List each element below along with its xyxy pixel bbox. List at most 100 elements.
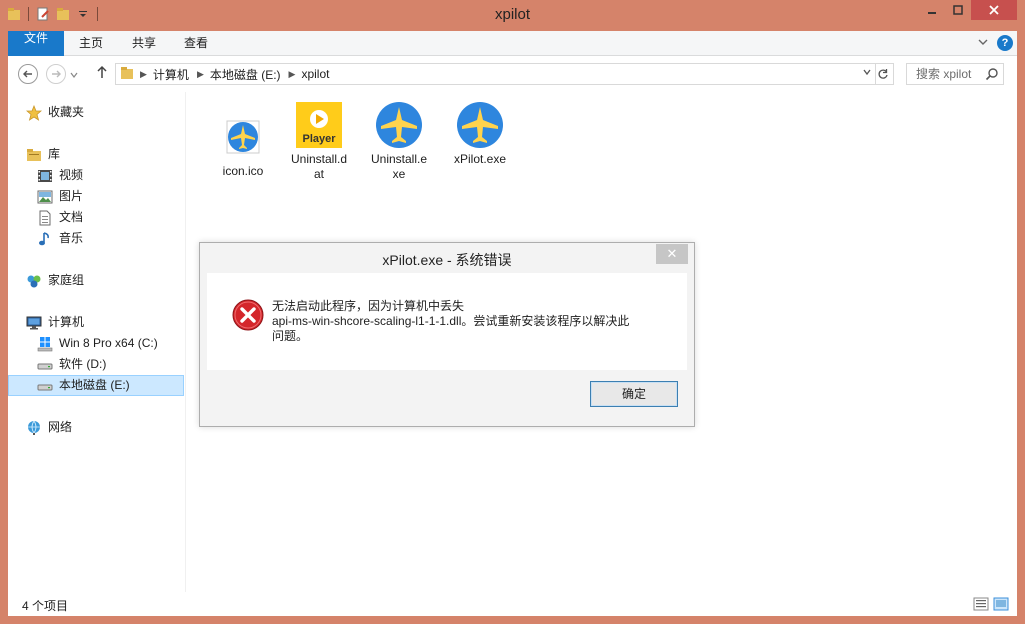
nav-label: 收藏夹 [48,105,85,119]
nav-label: Win 8 Pro x64 (C:) [59,336,158,350]
drive-icon [37,378,53,394]
expand-ribbon-icon[interactable] [977,36,989,51]
maximize-icon [953,5,963,15]
nav-label: 音乐 [59,231,84,245]
close-icon [989,5,999,15]
status-bar: 4 个项目 [8,592,1017,616]
nav-videos[interactable]: 视频 [37,165,83,186]
nav-drive-e[interactable]: 本地磁盘 (E:) [8,375,184,396]
nav-pictures[interactable]: 图片 [37,186,83,207]
player-icon: Player [295,100,343,150]
window-title: xpilot [494,6,531,23]
file-item[interactable]: Player Uninstall.d at [284,100,354,182]
airplane-icon [456,100,504,150]
up-arrow-icon [97,65,107,78]
back-button[interactable] [18,64,38,84]
dialog-title: xPilot.exe - 系统错误 [382,252,512,268]
airplane-icon [375,100,423,150]
nav-drive-c[interactable]: Win 8 Pro x64 (C:) [37,333,158,354]
windows-drive-icon [37,336,53,352]
nav-music[interactable]: 音乐 [37,228,83,249]
file-name: Uninstall.e xe [370,152,428,181]
error-message-line: 问题。 [272,329,309,343]
breadcrumb-drive-e[interactable]: 本地磁盘 (E:) [210,66,281,83]
file-name: xPilot.exe [453,152,507,166]
dialog-close-button[interactable]: ✕ [656,244,688,264]
nav-homegroup[interactable]: 家庭组 [26,270,84,291]
error-message: 无法启动此程序，因为计算机中丢失 api-ms-win-shcore-scali… [272,299,629,344]
tab-view[interactable]: 查看 [170,31,222,56]
file-name: icon.ico [222,164,264,178]
item-count: 4 个项目 [22,599,69,613]
file-item[interactable]: icon.ico [208,112,278,179]
music-icon [37,231,53,247]
nav-label: 文档 [59,210,84,224]
file-item[interactable]: Uninstall.e xe [364,100,434,182]
nav-label: 图片 [59,189,84,203]
minimize-icon [928,12,936,14]
search-input[interactable]: 搜索 xpilot [906,63,1004,85]
nav-favorites[interactable]: 收藏夹 [26,102,84,123]
nav-network[interactable]: 网络 [26,417,72,438]
minimize-button[interactable] [919,0,945,20]
breadcrumb-separator-icon[interactable]: ▶ [289,69,296,80]
address-dropdown-icon[interactable] [862,67,872,80]
refresh-button[interactable] [872,63,894,85]
nav-label: 家庭组 [48,273,85,287]
nav-label: 网络 [48,420,73,434]
view-toggle [973,597,1009,614]
player-badge-text: Player [302,133,336,145]
airplane-ico-icon [219,112,267,162]
dialog-footer: 确定 [207,370,687,418]
star-icon [26,104,42,121]
ribbon-tabs: 文件 主页 共享 查看 ? [8,31,1017,56]
refresh-icon [878,69,888,79]
back-arrow-icon [23,70,32,78]
close-button[interactable] [971,0,1017,20]
breadcrumb-separator-icon[interactable]: ▶ [197,69,204,80]
large-icons-view-icon[interactable] [993,597,1009,614]
help-icon[interactable]: ? [997,35,1013,51]
file-item[interactable]: xPilot.exe [445,100,515,167]
breadcrumb-separator-icon[interactable]: ▶ [140,69,147,80]
video-icon [37,168,53,184]
nav-label: 库 [48,147,61,161]
error-icon [232,299,264,331]
homegroup-icon [26,273,42,289]
nav-label: 视频 [59,168,84,182]
dialog-body: 无法启动此程序，因为计算机中丢失 api-ms-win-shcore-scali… [207,273,687,370]
nav-label: 软件 (D:) [59,357,107,371]
window-controls [919,0,1017,20]
nav-library[interactable]: 库 [26,144,60,165]
navigation-pane: 收藏夹 库 视频 图片 文档 音乐 家庭组 计算机 Win 8 Pro x64 … [8,92,186,592]
nav-documents[interactable]: 文档 [37,207,83,228]
network-icon [26,420,42,436]
drive-icon [37,357,53,373]
library-icon [26,147,42,163]
forward-arrow-icon [52,70,61,78]
tab-home[interactable]: 主页 [64,31,118,56]
ok-button[interactable]: 确定 [590,381,678,407]
up-button[interactable] [96,65,108,82]
recent-locations-icon[interactable] [70,68,78,82]
breadcrumb-computer[interactable]: 计算机 [153,66,189,83]
search-placeholder: 搜索 xpilot [916,67,972,81]
nav-label: 计算机 [48,315,85,329]
breadcrumb-xpilot[interactable]: xpilot [301,67,329,81]
file-name: Uninstall.d at [290,152,348,181]
tab-share[interactable]: 共享 [118,31,170,56]
nav-drive-d[interactable]: 软件 (D:) [37,354,106,375]
nav-computer[interactable]: 计算机 [26,312,84,333]
search-icon[interactable] [985,67,999,87]
maximize-button[interactable] [945,0,971,20]
computer-icon [26,315,42,331]
tab-file[interactable]: 文件 [8,31,64,56]
error-message-line: 无法启动此程序，因为计算机中丢失 [272,299,465,313]
close-icon: ✕ [666,246,678,261]
document-icon [37,210,53,226]
forward-button[interactable] [46,64,66,84]
nav-label: 本地磁盘 (E:) [59,378,130,392]
details-view-icon[interactable] [973,597,989,614]
address-bar[interactable]: ▶ 计算机 ▶ 本地磁盘 (E:) ▶ xpilot [115,63,876,85]
error-dialog: xPilot.exe - 系统错误 ✕ 无法启动此程序，因为计算机中丢失 api… [199,242,695,427]
